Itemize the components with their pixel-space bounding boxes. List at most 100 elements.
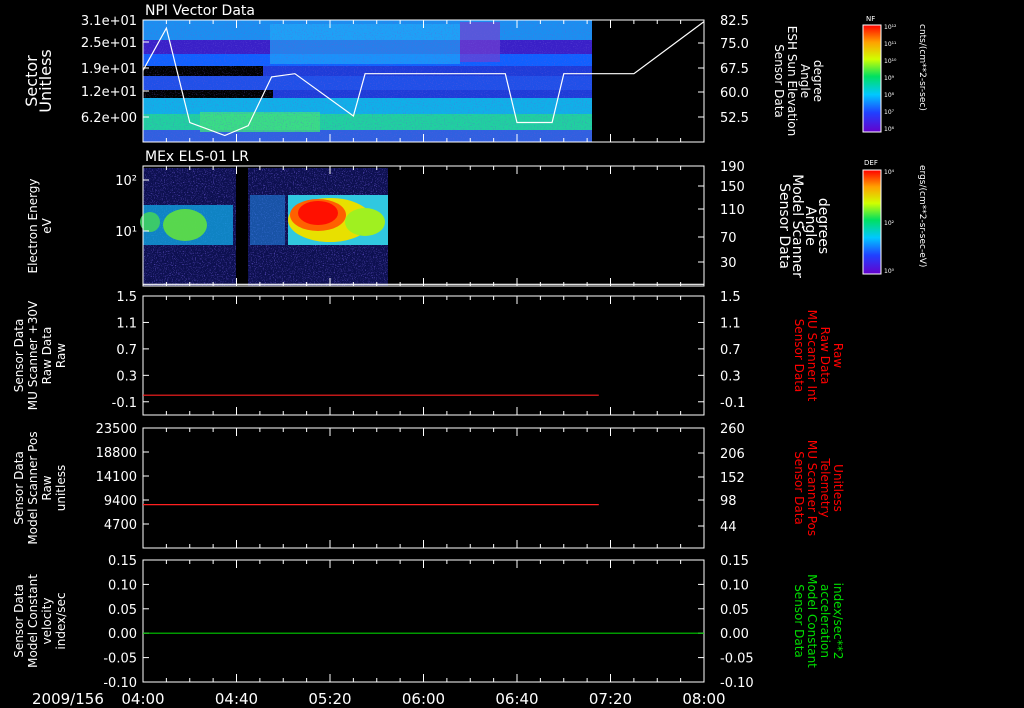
y-tick-label: 1.9e+01 — [81, 62, 137, 77]
x-tick-label: 05:20 — [308, 690, 351, 708]
y-tick-label: 0.7 — [116, 343, 137, 358]
colorbar-def-tick: 10⁰ — [884, 268, 895, 275]
right-y-tick-label: 150 — [720, 180, 745, 195]
panel-3-frame — [142, 295, 705, 416]
right-y-tick-label: -0.05 — [720, 652, 754, 667]
right-y-tick-label: -0.1 — [720, 396, 745, 411]
x-tick-label: 07:20 — [589, 690, 632, 708]
colorbar-nf-tick: 10¹¹ — [884, 41, 897, 48]
y-axis-label: Sensor Data — [12, 451, 26, 525]
panel-2-spectrogram — [140, 168, 388, 286]
x-tick-label: 08:00 — [682, 690, 725, 708]
right-y-tick-label: 0.3 — [720, 369, 741, 384]
right-y-tick-label: 190 — [720, 160, 745, 175]
right-axis-label: Sensor Data — [792, 319, 806, 393]
right-y-tick-label: 0.15 — [720, 554, 749, 569]
right-axis-label: MU Scanner Pos — [805, 440, 819, 536]
y-tick-label: -0.1 — [112, 396, 137, 411]
right-axis-label: acceleration — [818, 584, 832, 658]
y-axis-label: Model Scanner Pos — [26, 431, 40, 544]
y-axis-label: velocity — [40, 598, 54, 645]
y-axis-label: Raw Data — [40, 327, 54, 385]
right-y-tick-label: 98 — [720, 494, 737, 509]
x-tick-label: 04:40 — [215, 690, 258, 708]
right-axis-label: Angle — [798, 64, 812, 98]
right-y-tick-label: 0.7 — [720, 343, 741, 358]
y-tick-label: 0.10 — [108, 578, 137, 593]
right-y-tick-label: 67.5 — [720, 62, 749, 77]
panel-border — [142, 427, 705, 549]
figure-canvas: 3.1e+01 2.5e+01 1.9e+01 1.2e+01 6.2e+00 82.5 7… — [12, 3, 927, 708]
colorbar-nf-title: NF — [866, 15, 875, 23]
panel-border — [142, 295, 705, 416]
right-axis-label: Unitless — [831, 464, 845, 512]
y-tick-label: 0.00 — [108, 627, 137, 642]
colorbar-nf-tick: 10¹² — [884, 24, 897, 31]
y-tick-label: 23500 — [96, 422, 137, 437]
panel-border — [142, 559, 705, 683]
y-tick-label: 10² — [115, 174, 137, 189]
y-axis-label: Raw — [54, 343, 68, 368]
right-y-tick-label: 0.10 — [720, 578, 749, 593]
y-axis-label: Unitless — [36, 49, 55, 113]
right-axis-label: Model Constant — [805, 574, 819, 668]
panel-title: NPI Vector Data — [145, 3, 255, 19]
right-y-tick-label: 82.5 — [720, 14, 749, 29]
right-y-tick-label: -0.10 — [720, 676, 754, 691]
colorbar-nf-tick: 10⁹ — [884, 75, 895, 82]
y-tick-label: -0.05 — [103, 652, 137, 667]
right-axis-label: degrees — [815, 198, 831, 254]
right-y-tick-label: 152 — [720, 471, 745, 486]
y-axis-label: index/sec — [54, 592, 68, 649]
colorbar-def-tick: 10⁴ — [884, 169, 895, 176]
right-y-tick-label: 44 — [720, 520, 737, 535]
colorbar-nf-tick: 10⁷ — [884, 109, 895, 116]
right-axis-label: Raw — [831, 343, 845, 368]
colorbar-def: DEF 10⁴ 10² 10⁰ ergs/(cm**2-sr-sec-eV) — [862, 159, 927, 275]
right-axis-label: Sensor Data — [792, 451, 806, 525]
colorbar-def-tick: 10² — [884, 220, 895, 227]
y-tick-label: 9400 — [104, 494, 137, 509]
y-axis-label: Model Constant — [26, 574, 40, 668]
y-tick-label: 18800 — [96, 446, 137, 461]
panel-title: MEx ELS-01 LR — [145, 149, 249, 165]
y-tick-label: 14100 — [96, 470, 137, 485]
right-y-tick-label: 1.5 — [720, 290, 741, 305]
y-tick-label: 6.2e+00 — [81, 111, 137, 126]
y-tick-label: 1.2e+01 — [81, 85, 137, 100]
date-label: 2009/156 — [32, 690, 104, 708]
right-axis-label: MU Scanner Int — [805, 310, 819, 402]
colorbar-nf-unit: cnts/(cm**2-sr-sec) — [917, 24, 927, 111]
right-axis-label: Raw Data — [818, 327, 832, 385]
colorbar-nf-tick: 10⁶ — [884, 126, 895, 133]
colorbar-def-unit: ergs/(cm**2-sr-sec-eV) — [917, 165, 927, 267]
right-y-tick-label: 260 — [720, 422, 745, 437]
y-tick-label: 4700 — [104, 518, 137, 533]
y-tick-label: 1.5 — [116, 290, 137, 305]
y-tick-label: 3.1e+01 — [81, 14, 137, 29]
colorbar-nf: NF 10¹² 10¹¹ 10¹⁰ 10⁹ 10⁸ 10⁷ 10⁶ cnts/(… — [862, 15, 927, 133]
y-tick-label: 0.15 — [108, 554, 137, 569]
x-tick-label: 06:00 — [402, 690, 445, 708]
y-axis-label: Raw — [40, 475, 54, 500]
y-tick-label: -0.10 — [103, 676, 137, 691]
right-axis-label: Sensor Data — [772, 44, 786, 118]
right-axis-label: index/sec**2 — [831, 583, 845, 660]
y-axis-label: Electron Energy — [26, 178, 40, 273]
y-axis-label: unitless — [54, 465, 68, 511]
right-y-tick-label: 60.0 — [720, 86, 749, 101]
right-axis-label: Sensor Data — [792, 584, 806, 658]
right-y-tick-label: 110 — [720, 203, 745, 218]
panel-4-frame — [142, 427, 705, 549]
right-y-tick-label: 52.5 — [720, 111, 749, 126]
right-y-tick-label: 70 — [720, 231, 737, 246]
right-axis-label: Telemetry — [818, 457, 832, 517]
x-tick-label: 04:00 — [121, 690, 164, 708]
panel-5-frame — [142, 559, 705, 683]
y-tick-label: 0.3 — [116, 369, 137, 384]
y-axis-label: Sensor Data — [12, 319, 26, 393]
y-tick-label: 1.1 — [116, 316, 137, 331]
y-tick-label: 10¹ — [115, 225, 137, 240]
y-tick-label: 0.05 — [108, 603, 137, 618]
right-y-tick-label: 0.00 — [720, 627, 749, 642]
